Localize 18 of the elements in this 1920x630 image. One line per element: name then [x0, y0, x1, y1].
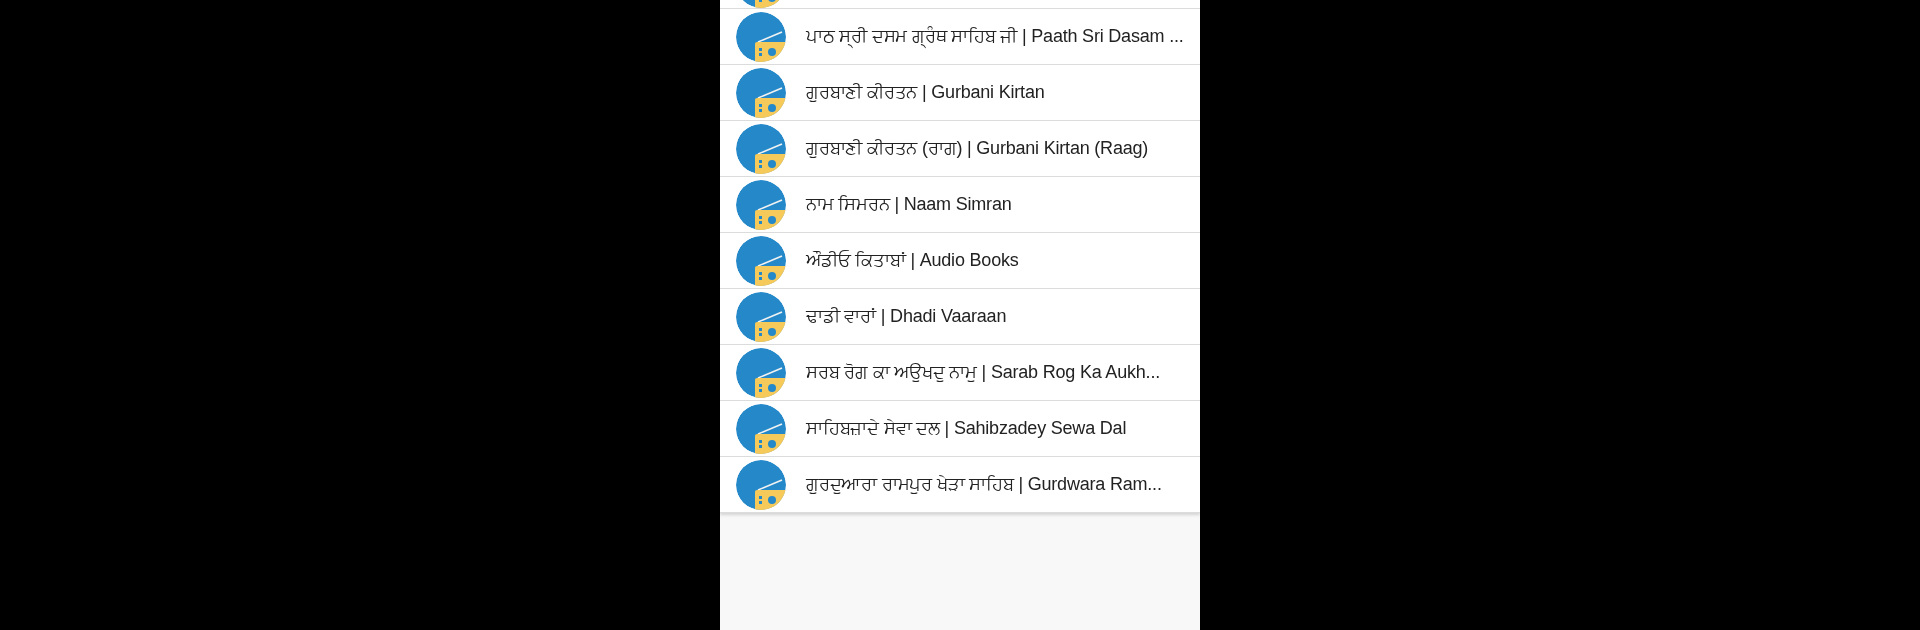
station-title: ਗੁਰਬਾਣੀ ਕੀਰਤਨ | Gurbani Kirtan [806, 82, 1045, 103]
radio-icon [736, 179, 786, 230]
station-title: ਸਾਹਿਬਜ਼ਾਦੇ ਸੇਵਾ ਦਲ | Sahibzadey Sewa Dal [806, 418, 1127, 439]
station-title: ਗੁਰਦੁਆਰਾ ਰਾਮਪੁਰ ਖੇੜਾ ਸਾਹਿਬ | Gurdwara Ram... [806, 474, 1162, 495]
station-title: ਗੁਰਬਾਣੀ ਕੀਰਤਨ (ਰਾਗ) | Gurbani Kirtan (Raag) [806, 138, 1149, 159]
station-title: ਪਾਠ ਸ੍ਰੀ ਦਸਮ ਗ੍ਰੰਥ ਸਾਹਿਬ ਜੀ | Paath Sri Dasam ... [806, 26, 1184, 47]
radio-icon [736, 403, 786, 454]
station-title: ਔਡੀਓ ਕਿਤਾਬਾਂ | Audio Books [806, 250, 1019, 271]
radio-icon [736, 235, 786, 286]
station-title: ਸਰਬ ਰੋਗ ਕਾ ਅਉਖਦੁ ਨਾਮੁ | Sarab Rog Ka Aukh... [806, 362, 1160, 383]
radio-icon [736, 123, 786, 174]
radio-icon [736, 11, 786, 62]
radio-icon [736, 347, 786, 398]
radio-icon [736, 291, 786, 342]
station-title: ਢਾਡੀ ਵਾਰਾਂ | Dhadi Vaaraan [806, 306, 1007, 327]
radio-icon [736, 459, 786, 510]
station-title: ਨਾਮ ਸਿਮਰਨ | Naam Simran [806, 194, 1012, 215]
radio-icon [736, 67, 786, 118]
